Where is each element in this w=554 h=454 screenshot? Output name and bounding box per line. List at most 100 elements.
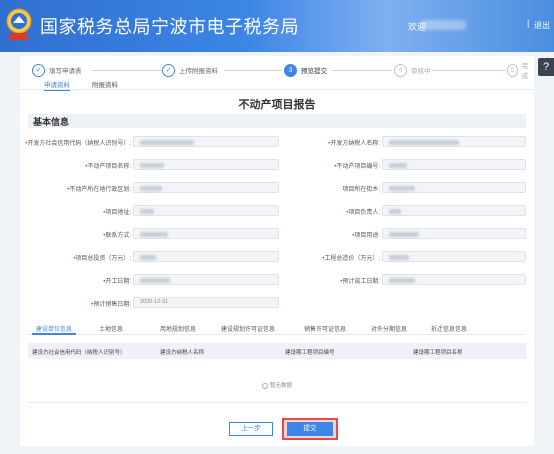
tab-attached-materials[interactable]: 附报资料 bbox=[92, 79, 118, 89]
field-label-text: 项目负责人: bbox=[348, 210, 380, 216]
step-check-icon: ✓ bbox=[162, 63, 175, 77]
redacted-value bbox=[140, 186, 162, 191]
header-separator: | bbox=[527, 18, 530, 28]
field-input[interactable] bbox=[133, 182, 279, 193]
field-label: •项目用途: bbox=[352, 230, 380, 239]
active-tab-indicator bbox=[32, 333, 76, 335]
redacted-value bbox=[389, 140, 459, 145]
step-connector bbox=[224, 70, 282, 71]
divider bbox=[20, 89, 534, 90]
previous-button[interactable]: 上一步 bbox=[229, 422, 273, 436]
tab-sales-permit-info[interactable]: 销售许可证信息 bbox=[304, 324, 346, 333]
field-label: •不动产项目编号: bbox=[334, 161, 380, 170]
field-input[interactable] bbox=[382, 136, 526, 147]
field-label-text: 不动产所在地行政区划: bbox=[69, 187, 131, 193]
tab-construction-permit-info[interactable]: 建设规划许可证信息 bbox=[221, 324, 275, 333]
field-label: •开发方纳税人名称: bbox=[328, 138, 380, 147]
field-label: •开工日期: bbox=[103, 276, 131, 285]
redacted-value bbox=[140, 278, 170, 283]
step-4: 4 审核中 bbox=[394, 62, 431, 78]
field-input[interactable] bbox=[382, 159, 526, 170]
header-bar: 国家税务总局宁波市电子税务局 欢迎 | 退出 bbox=[0, 0, 554, 52]
step-label: 填写申请表 bbox=[49, 68, 82, 75]
redacted-value bbox=[140, 232, 168, 237]
field-label: •不动产项目名称: bbox=[85, 161, 131, 170]
step-number: 4 bbox=[394, 63, 407, 77]
table-header: 建设方社会信用代码（纳税人识别号） 建设方纳税人名称 建设期工程项目编号 建设期… bbox=[28, 343, 526, 359]
field-input[interactable] bbox=[133, 228, 279, 239]
field-input[interactable] bbox=[382, 274, 526, 285]
submit-button[interactable]: 提交 bbox=[287, 422, 333, 436]
field-label-text: 预计竣工日期: bbox=[342, 279, 380, 285]
redacted-value bbox=[389, 209, 401, 214]
field-input[interactable] bbox=[133, 136, 279, 147]
tab-phase-info[interactable]: 对外分期信息 bbox=[371, 324, 407, 333]
field-label-text: 联系方式: bbox=[105, 233, 131, 239]
field-label-text: 项目所在街乡: bbox=[342, 187, 380, 193]
field-value: 2020-12-31 bbox=[140, 299, 169, 305]
step-number: 5 bbox=[507, 63, 518, 77]
field-input[interactable]: 2020-12-31 bbox=[133, 297, 279, 308]
field-input[interactable] bbox=[133, 251, 279, 262]
no-data-text: 暂无数据 bbox=[269, 383, 292, 389]
step-3: 3 预览提交 bbox=[284, 62, 327, 78]
empty-table-message: 暂无数据 bbox=[20, 381, 534, 389]
redacted-value bbox=[389, 186, 415, 191]
field-label: •项目地址: bbox=[103, 207, 131, 216]
redacted-value bbox=[389, 255, 409, 260]
step-connector bbox=[432, 70, 506, 71]
field-label: •预计竣工日期: bbox=[340, 276, 380, 285]
field-label-text: 开发方社会信用代码（纳税人识别号）: bbox=[27, 141, 131, 147]
field-label-text: 项目地址: bbox=[105, 210, 131, 216]
field-input[interactable] bbox=[133, 274, 279, 285]
empty-icon bbox=[261, 382, 268, 389]
redacted-value bbox=[140, 163, 164, 168]
field-label-text: 工程总造价（万元）: bbox=[324, 256, 380, 262]
field-label-text: 不动产项目名称: bbox=[87, 164, 131, 170]
step-2: ✓ 上传附报资料 bbox=[162, 62, 218, 78]
field-label: •联系方式: bbox=[103, 230, 131, 239]
step-1: ✓ 填写申请表 bbox=[32, 62, 82, 78]
field-label: •不动产所在地行政区划: bbox=[67, 184, 131, 193]
report-title: 不动产项目报告 bbox=[238, 99, 316, 111]
column-header: 建设方纳税人名称 bbox=[160, 350, 205, 356]
help-icon[interactable]: ? bbox=[538, 58, 554, 76]
field-label-text: 项目用途: bbox=[354, 233, 380, 239]
field-label: •项目负责人: bbox=[346, 207, 380, 216]
field-label-text: 项目总投资（万元）: bbox=[75, 256, 131, 262]
section-title: 基本信息 bbox=[33, 117, 70, 127]
field-label-text: 不动产项目编号: bbox=[336, 164, 380, 170]
field-input[interactable] bbox=[382, 182, 526, 193]
tab-divider bbox=[28, 334, 526, 335]
divider bbox=[28, 402, 526, 403]
tab-demolition-info[interactable]: 拆迁信息信息 bbox=[431, 324, 467, 333]
field-input[interactable] bbox=[382, 205, 526, 216]
tab-land-planning-info[interactable]: 用地规划信息 bbox=[160, 324, 196, 333]
redacted-value bbox=[389, 232, 419, 237]
tab-land-info[interactable]: 土地信息 bbox=[99, 324, 123, 333]
site-title: 国家税务总局宁波市电子税务局 bbox=[40, 17, 299, 37]
field-input[interactable] bbox=[382, 228, 526, 239]
field-input[interactable] bbox=[382, 251, 526, 262]
step-connector bbox=[92, 70, 162, 71]
redacted-value bbox=[140, 140, 194, 145]
tab-builder-info[interactable]: 建设单位信息 bbox=[36, 324, 72, 333]
redacted-value bbox=[389, 163, 407, 168]
logout-link[interactable]: 退出 bbox=[534, 20, 550, 31]
redacted-value bbox=[389, 278, 415, 283]
field-input[interactable] bbox=[133, 205, 279, 216]
field-label-text: 开工日期: bbox=[105, 279, 131, 285]
step-connector bbox=[332, 70, 392, 71]
field-input[interactable] bbox=[133, 159, 279, 170]
redacted-value bbox=[140, 209, 154, 214]
submit-highlight: 提交 bbox=[282, 418, 338, 440]
step-label: 审核中 bbox=[411, 68, 431, 75]
column-header: 建设方社会信用代码（纳税人识别号） bbox=[32, 350, 126, 356]
field-label: •预计销售日期: bbox=[91, 299, 131, 308]
field-label: •项目总投资（万元）: bbox=[73, 253, 131, 262]
step-label: 完成 bbox=[521, 63, 529, 80]
step-5: 5 完成 bbox=[507, 62, 532, 80]
step-check-icon: ✓ bbox=[32, 63, 45, 77]
redacted-value bbox=[140, 255, 156, 260]
field-label-text: 预计销售日期: bbox=[93, 302, 131, 308]
